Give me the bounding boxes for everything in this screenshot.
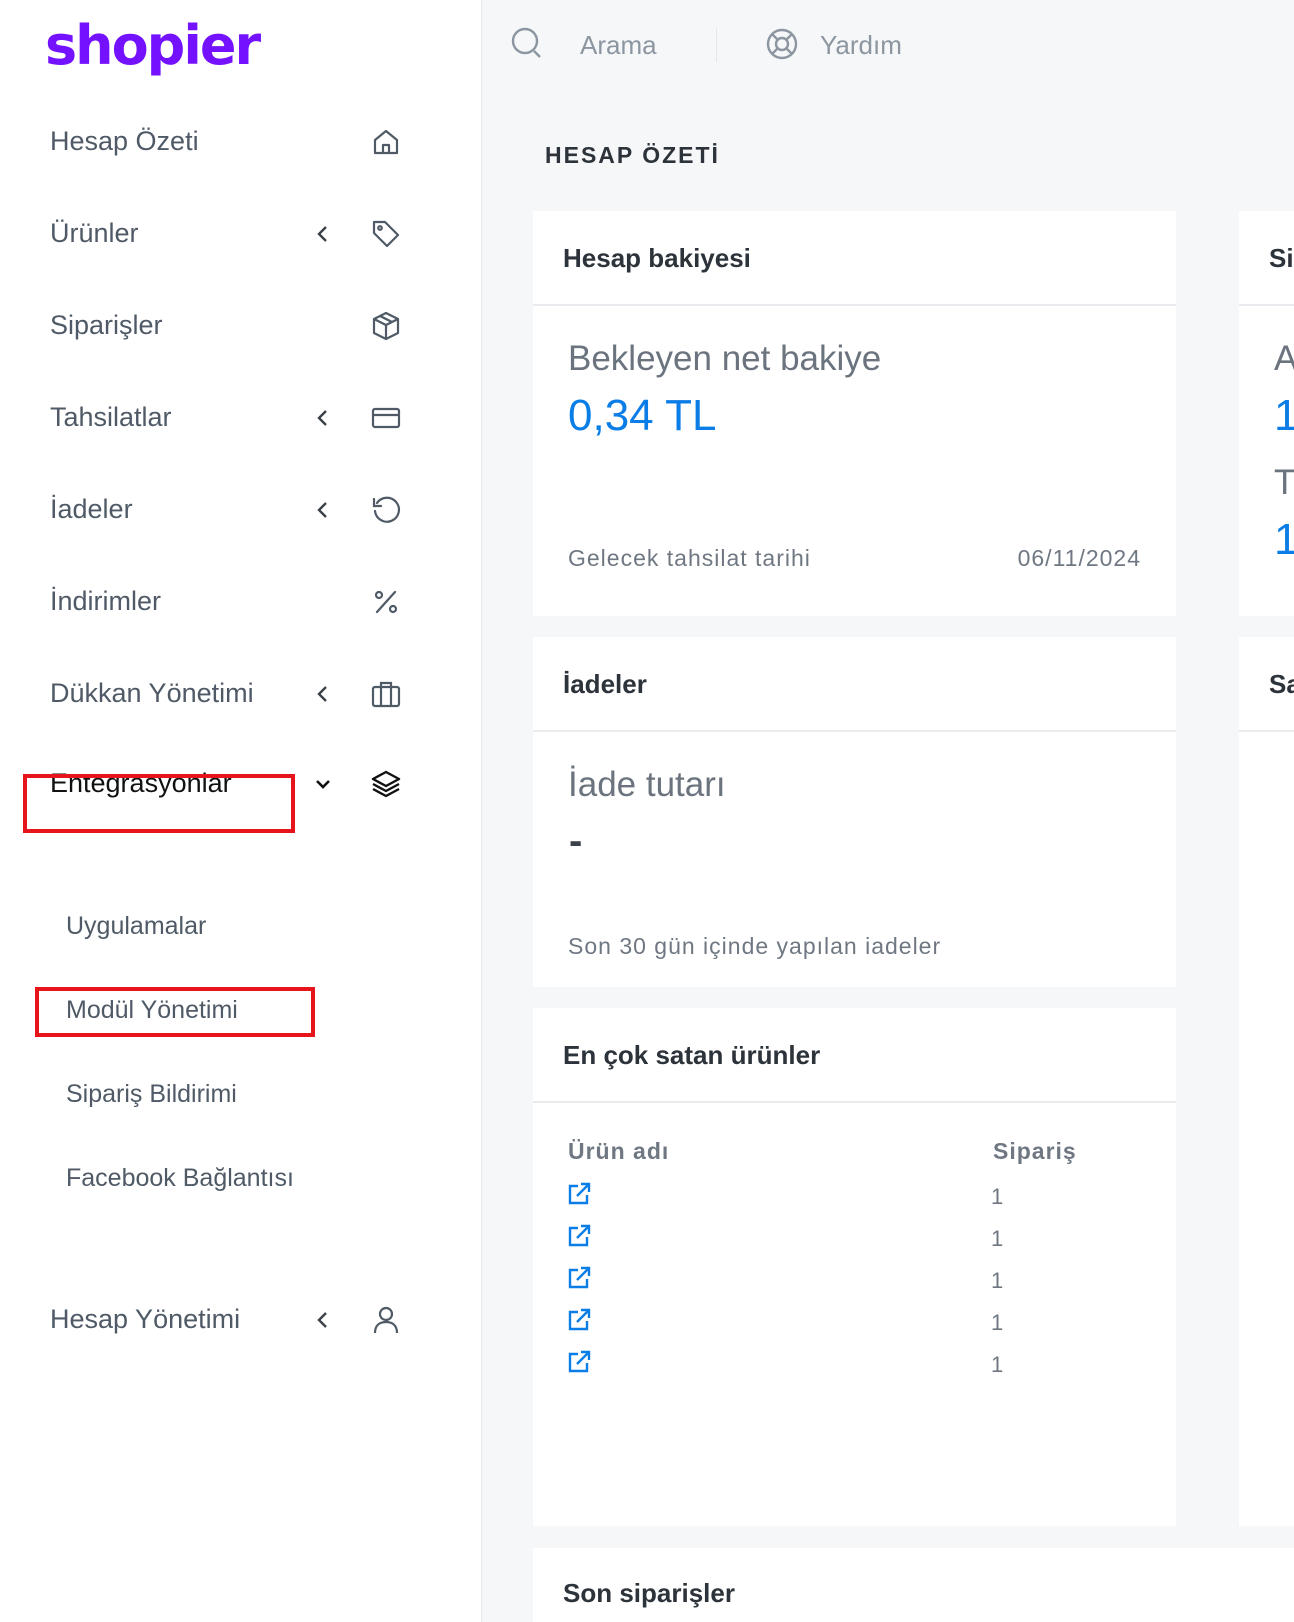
sidebar-item-indirimler[interactable]: İndirimler xyxy=(0,572,482,632)
card-title: İadeler xyxy=(563,669,647,699)
chevron-down-icon xyxy=(316,780,330,789)
orders-summary-card: Si A 1 T 1 xyxy=(1239,211,1294,616)
shopier-logo[interactable]: shopier xyxy=(45,14,261,77)
sidebar-item-label: Tahsilatlar xyxy=(50,402,172,432)
order-count: 1 xyxy=(991,1268,1004,1293)
chevron-left-icon xyxy=(317,410,327,426)
pending-balance-value: 0,34 TL xyxy=(568,391,717,440)
topbar-divider xyxy=(716,28,717,62)
refunds-card: İadeler İade tutarı - Son 30 gün içinde … xyxy=(533,637,1176,987)
briefcase-icon xyxy=(371,681,401,708)
bestsellers-card: En çok satan ürünler Ürün adı Sipariş 1 … xyxy=(533,1008,1176,1526)
sidebar-item-label: Dükkan Yönetimi xyxy=(50,678,254,708)
sidebar-item-label: İndirimler xyxy=(50,586,162,616)
chevron-left-icon xyxy=(317,1312,327,1328)
chevron-left-icon xyxy=(317,686,327,702)
balance-card: Hesap bakiyesi Bekleyen net bakiye 0,34 … xyxy=(533,211,1176,616)
external-link-icon[interactable] xyxy=(565,1264,593,1292)
summary-value-1: 1 xyxy=(1274,391,1294,440)
topbar: Arama Yardım xyxy=(482,0,1294,88)
home-icon xyxy=(373,129,399,155)
order-count: 1 xyxy=(991,1184,1004,1209)
card-header: İadeler xyxy=(533,637,1176,732)
card-title: Si xyxy=(1269,243,1294,273)
submenu-item-uygulamalar[interactable]: Uygulamalar xyxy=(66,912,206,941)
page-title: HESAP ÖZETİ xyxy=(545,142,720,168)
search-icon xyxy=(511,27,541,58)
help-button[interactable]: Yardım xyxy=(764,26,964,66)
chevron-left-icon xyxy=(317,502,327,518)
submenu-item-facebook-baglantisi[interactable]: Facebook Bağlantısı xyxy=(66,1164,294,1193)
sidebar-item-iadeler[interactable]: İadeler xyxy=(0,480,482,540)
sidebar-item-label: Hesap Yönetimi xyxy=(50,1304,241,1334)
sidebar-item-urunler[interactable]: Ürünler xyxy=(0,204,482,264)
summary-label-1: A xyxy=(1274,339,1294,378)
search-label: Arama xyxy=(580,30,657,60)
sidebar-item-label: Siparişler xyxy=(50,310,163,340)
user-icon xyxy=(373,1306,399,1334)
next-payment-label: Gelecek tahsilat tarihi xyxy=(568,545,811,571)
card-title: Son siparişler xyxy=(563,1578,735,1608)
sidebar-item-label: İadeler xyxy=(50,494,133,524)
sidebar-item-dukkan-yonetimi[interactable]: Dükkan Yönetimi xyxy=(0,664,482,724)
sidebar-item-label: Ürünler xyxy=(50,218,139,248)
tag-icon xyxy=(372,220,400,248)
submenu-item-siparis-bildirimi[interactable]: Sipariş Bildirimi xyxy=(66,1080,237,1109)
order-count: 1 xyxy=(991,1352,1004,1377)
highlight-box xyxy=(35,987,315,1037)
next-payment-date: 06/11/2024 xyxy=(1017,545,1141,571)
card-title: Hesap bakiyesi xyxy=(563,243,751,273)
summary-label-2: T xyxy=(1274,463,1294,502)
external-link-icon[interactable] xyxy=(565,1222,593,1250)
card-header: En çok satan ürünler xyxy=(533,1008,1176,1103)
order-count: 1 xyxy=(991,1226,1004,1251)
sidebar-item-hesap-yonetimi[interactable]: Hesap Yönetimi xyxy=(0,1290,482,1350)
refund-amount-value: - xyxy=(569,819,583,863)
column-header-product[interactable]: Ürün adı xyxy=(568,1138,669,1165)
card-title: En çok satan ürünler xyxy=(563,1040,821,1070)
sidebar: shopier Hesap Özeti Ürünler Siparişler T… xyxy=(0,0,482,1622)
sidebar-item-label: Hesap Özeti xyxy=(50,126,199,156)
sidebar-item-siparisler[interactable]: Siparişler xyxy=(0,296,482,356)
external-link-icon[interactable] xyxy=(565,1180,593,1208)
highlight-box xyxy=(23,774,295,833)
help-label: Yardım xyxy=(820,30,902,60)
pending-balance-label: Bekleyen net bakiye xyxy=(568,339,882,378)
undo-icon xyxy=(372,496,401,523)
refund-amount-label: İade tutarı xyxy=(568,765,726,804)
percent-icon xyxy=(374,590,398,614)
sales-card: Sa xyxy=(1239,637,1294,1526)
credit-card-icon xyxy=(371,407,401,429)
recent-orders-card: Son siparişler xyxy=(533,1548,1294,1622)
refunds-footer: Son 30 gün içinde yapılan iadeler xyxy=(568,933,942,959)
column-header-orders[interactable]: Sipariş xyxy=(993,1138,1077,1165)
search-button[interactable]: Arama xyxy=(510,26,690,66)
lifebuoy-icon xyxy=(766,28,798,60)
external-link-icon[interactable] xyxy=(565,1306,593,1334)
chevron-left-icon xyxy=(317,226,327,242)
order-count: 1 xyxy=(991,1310,1004,1335)
layers-icon xyxy=(371,770,401,798)
sidebar-item-tahsilatlar[interactable]: Tahsilatlar xyxy=(0,388,482,448)
box-icon xyxy=(372,311,400,341)
summary-value-2: 1 xyxy=(1274,515,1294,564)
external-link-icon[interactable] xyxy=(565,1348,593,1376)
card-header: Hesap bakiyesi xyxy=(533,211,1176,306)
sidebar-item-hesap-ozeti[interactable]: Hesap Özeti xyxy=(0,112,482,172)
card-title: Sa xyxy=(1269,669,1294,699)
